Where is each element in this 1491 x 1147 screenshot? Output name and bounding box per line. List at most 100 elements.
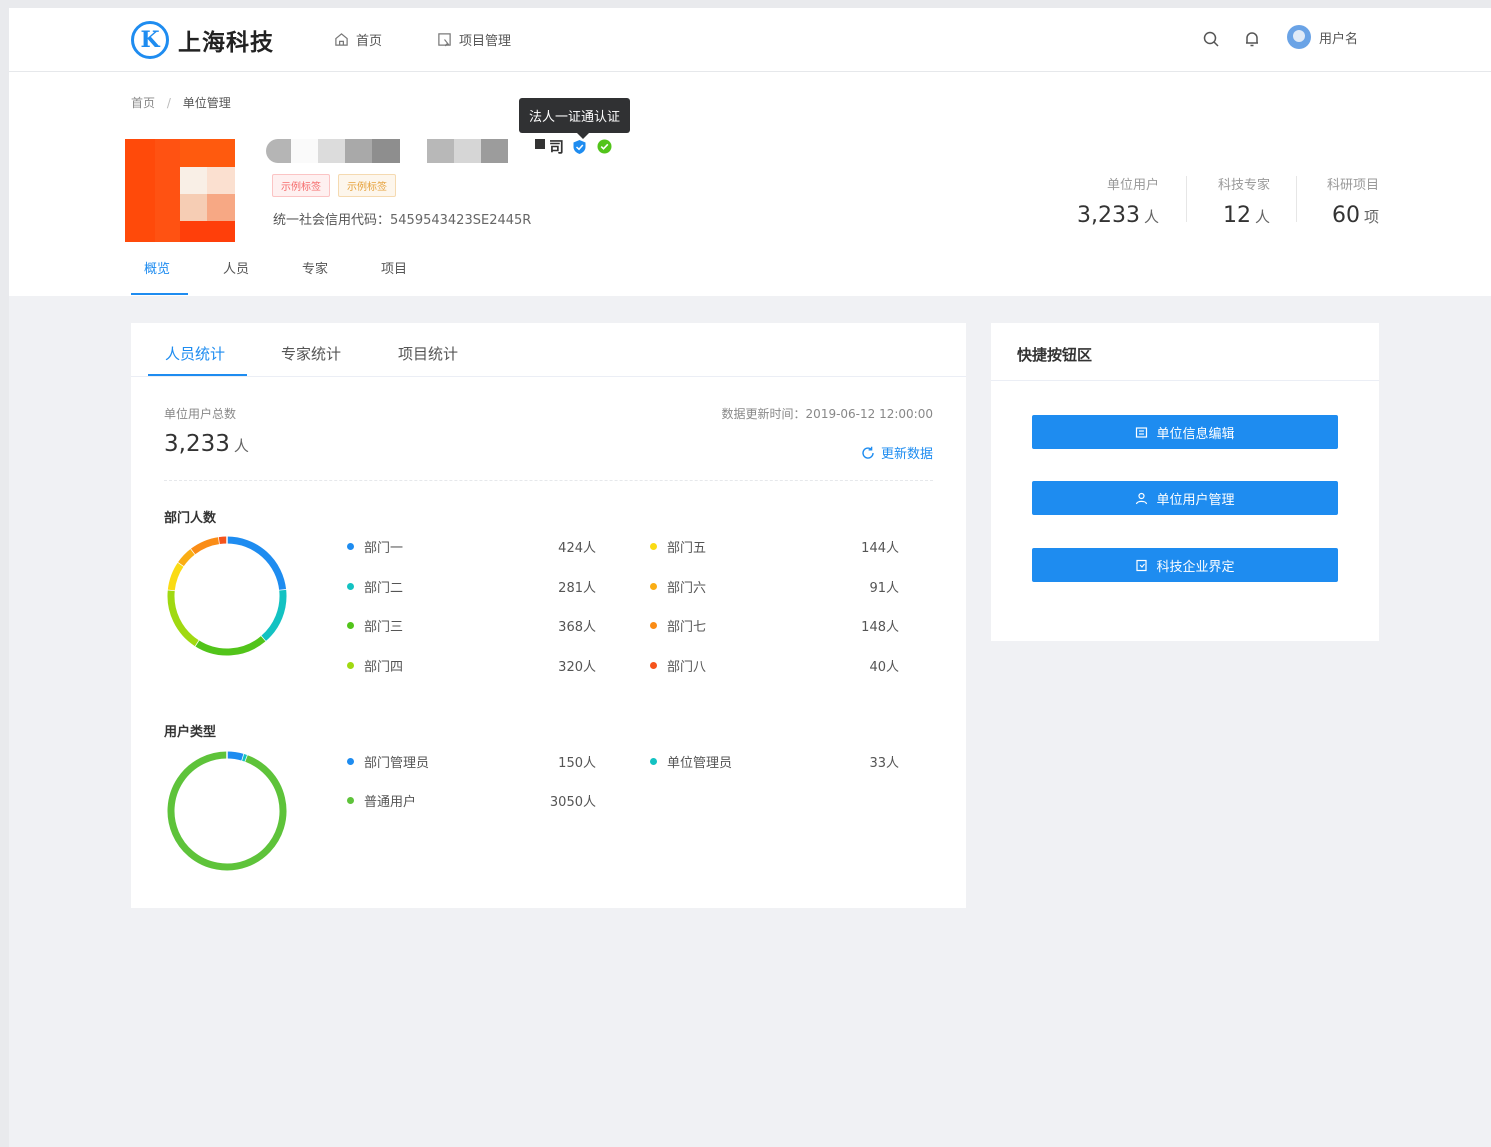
tech-enterprise-define-button[interactable]: 科技企业界定	[1032, 548, 1338, 582]
legend-value: 33人	[869, 756, 899, 771]
subtab-projects[interactable]: 项目	[368, 258, 447, 296]
statistics-tabs: 人员统计 专家统计 项目统计	[131, 323, 966, 377]
edit-unit-info-button[interactable]: 单位信息编辑	[1032, 415, 1338, 449]
top-navbar: K 上海科技 首页 项目管理 用户名	[9, 8, 1491, 72]
legend-dot	[650, 758, 657, 765]
company-name-blurred	[266, 139, 545, 163]
check-circle-icon[interactable]	[597, 139, 612, 154]
stat-experts-number: 12	[1222, 203, 1251, 228]
bell-icon[interactable]	[1243, 30, 1261, 48]
legend-item[interactable]: 单位管理员	[650, 752, 732, 771]
document-icon	[1136, 559, 1148, 571]
subtab-personnel[interactable]: 人员	[210, 258, 289, 296]
donut-slice-5[interactable]	[167, 562, 184, 591]
dept-count-title: 部门人数	[164, 511, 217, 526]
company-subtabs: 概览 人员 专家 项目	[131, 258, 447, 296]
legend-value: 40人	[869, 659, 899, 675]
legend-item[interactable]: 部门七	[650, 616, 706, 635]
credit-code: 统一社会信用代码：5459543423SE2445R	[273, 209, 531, 228]
company-logo	[125, 139, 235, 242]
user-type-donut-chart	[167, 750, 287, 871]
shield-verified-icon[interactable]	[572, 139, 587, 155]
subtab-experts[interactable]: 专家	[289, 258, 368, 296]
stat-unit-users-label: 单位用户	[1106, 178, 1159, 193]
legend-dot	[650, 661, 657, 669]
statistics-card: 人员统计 专家统计 项目统计 单位用户总数 3,233 人 数据更新时间：2019…	[131, 323, 966, 908]
legend-label: 部门二	[364, 580, 404, 596]
refresh-label: 更新数据	[880, 447, 933, 462]
total-users-value: 3,233 人	[164, 431, 249, 457]
legend-dot	[347, 661, 354, 669]
certification-tooltip: 法人一证通认证	[519, 98, 631, 139]
legend-dot	[650, 622, 657, 629]
tab-project-stats[interactable]: 项目统计	[398, 343, 458, 364]
legend-value: 150人	[558, 756, 596, 771]
donut-slice-3[interactable]	[167, 751, 287, 871]
legend-item[interactable]: 普通用户	[347, 791, 416, 810]
dept-donut-chart	[166, 535, 288, 656]
legend-dot	[650, 543, 657, 550]
total-users-label: 单位用户总数	[164, 407, 237, 421]
legend-item[interactable]: 部门八	[650, 656, 706, 675]
legend-dot	[347, 622, 354, 629]
stat-unit-users-value: 3,233 人	[1077, 203, 1159, 228]
donut-slice-6[interactable]	[178, 548, 196, 567]
edit-unit-info-label: 单位信息编辑	[1156, 426, 1235, 442]
tab-expert-stats[interactable]: 专家统计	[281, 343, 341, 364]
donut-slice-7[interactable]	[190, 537, 220, 555]
legend-value: 91人	[869, 580, 899, 596]
donut-slice-4[interactable]	[167, 589, 199, 647]
nav-project-management[interactable]: 项目管理	[437, 30, 511, 49]
nav-home-label: 首页	[356, 34, 383, 49]
brand-logo[interactable]: K 上海科技	[131, 21, 274, 59]
legend-item[interactable]: 部门管理员	[347, 752, 429, 771]
donut-slice-2[interactable]	[260, 589, 287, 642]
nav-home[interactable]: 首页	[334, 30, 382, 49]
app-window: K 上海科技 首页 项目管理 用户名 首页 / 单位管理 司 法人一证通认证 示…	[9, 8, 1491, 1147]
total-users-unit: 人	[233, 437, 249, 455]
subtab-overview[interactable]: 概览	[131, 258, 210, 296]
brand-name: 上海科技	[178, 30, 274, 56]
stat-unit-users: 单位用户 3,233 人	[1077, 174, 1159, 228]
user-type-title: 用户类型	[164, 725, 217, 740]
legend-value: 424人	[558, 541, 596, 556]
legend-item[interactable]: 部门二	[347, 577, 403, 596]
legend-item[interactable]: 部门六	[650, 577, 706, 596]
legend-item[interactable]: 部门三	[347, 616, 403, 635]
manage-unit-users-button[interactable]: 单位用户管理	[1032, 481, 1338, 515]
legend-item[interactable]: 部门五	[650, 537, 706, 556]
user-menu[interactable]: 用户名	[1287, 25, 1358, 49]
donut-slice-1[interactable]	[226, 751, 245, 761]
refresh-button[interactable]: 更新数据	[861, 443, 933, 462]
stat-experts-unit: 人	[1254, 208, 1270, 226]
breadcrumb-home[interactable]: 首页	[131, 96, 155, 110]
refresh-icon	[862, 446, 874, 459]
legend-dot	[347, 582, 354, 590]
company-header: 首页 / 单位管理 司 法人一证通认证 示例标签 示例标签 统一社会信用代码：5…	[9, 72, 1491, 296]
legend-dot	[347, 543, 354, 550]
divider	[164, 480, 933, 481]
legend-value: 281人	[558, 580, 596, 596]
company-tags: 示例标签 示例标签	[272, 174, 404, 197]
legend-label: 部门管理员	[364, 756, 430, 771]
legend-label: 部门四	[364, 659, 404, 675]
stat-experts-label: 科技专家	[1217, 178, 1270, 193]
donut-slice-8[interactable]	[218, 536, 228, 545]
edit-info-icon	[1136, 426, 1148, 438]
legend-label: 部门八	[667, 659, 707, 675]
legend-item[interactable]: 部门四	[347, 656, 403, 675]
credit-code-value: 5459543423SE2445R	[390, 213, 532, 228]
tab-personnel-stats[interactable]: 人员统计	[165, 343, 225, 364]
project-icon	[438, 33, 451, 47]
legend-item[interactable]: 部门一	[347, 537, 403, 556]
donut-slice-1[interactable]	[226, 536, 287, 591]
stat-projects-unit: 项	[1363, 208, 1379, 226]
username: 用户名	[1319, 31, 1359, 47]
legend-value: 148人	[861, 620, 899, 635]
breadcrumb: 首页 / 单位管理	[131, 94, 231, 111]
donut-slice-3[interactable]	[194, 636, 266, 656]
legend-label: 部门一	[364, 541, 404, 556]
legend-dot	[650, 582, 657, 590]
subtab-active-indicator	[131, 293, 188, 295]
search-icon[interactable]	[1202, 30, 1220, 48]
